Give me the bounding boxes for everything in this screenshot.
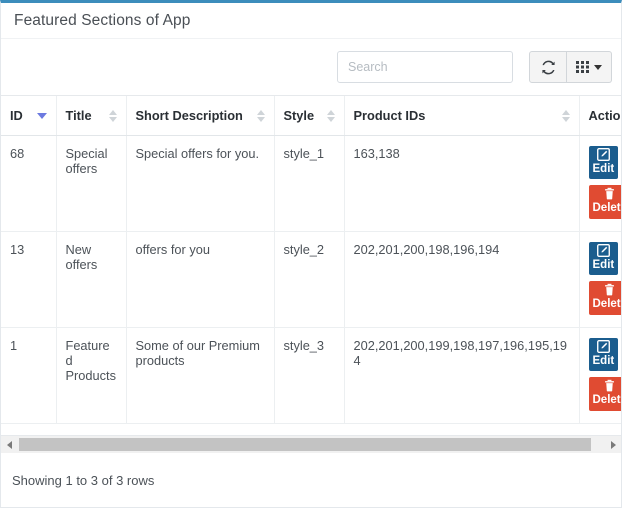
- cell-style: style_2: [274, 231, 345, 328]
- delete-button-label: Delete: [592, 298, 622, 311]
- column-header-action: Action: [579, 96, 621, 136]
- column-label-id: ID: [10, 108, 23, 123]
- trash-icon: [603, 187, 616, 201]
- column-header-id[interactable]: ID: [1, 96, 57, 136]
- panel-header: Featured Sections of App: [1, 3, 621, 39]
- cell-short-description: offers for you: [126, 231, 275, 328]
- sort-desc-icon[interactable]: [36, 112, 47, 119]
- column-label-action: Action: [588, 108, 622, 123]
- pencil-square-icon: [596, 244, 610, 258]
- sort-icon[interactable]: [108, 109, 117, 122]
- scroll-left-button[interactable]: [1, 436, 17, 453]
- column-header-title[interactable]: Title: [56, 96, 127, 136]
- cell-short-description: Special offers for you.: [126, 135, 275, 232]
- column-label-title: Title: [65, 108, 92, 123]
- cell-id: 13: [1, 231, 57, 328]
- table-header-row: ID Title Short Description Style Product…: [1, 96, 621, 136]
- delete-button[interactable]: Delete: [588, 185, 622, 219]
- table-head: ID Title Short Description Style Product…: [1, 96, 621, 136]
- cell-style: style_1: [274, 135, 345, 232]
- toolbar-button-group: [529, 51, 612, 83]
- delete-button[interactable]: Delete: [588, 281, 622, 315]
- cell-id: 68: [1, 135, 57, 232]
- trash-icon: [603, 379, 616, 393]
- edit-button-label: Edit: [592, 355, 615, 367]
- table-row[interactable]: 13 New offers offers for you style_2 202…: [1, 231, 622, 328]
- cell-short-description: Some of our Premium products: [126, 327, 275, 424]
- sort-icon[interactable]: [326, 109, 335, 122]
- scrollbar-thumb[interactable]: [19, 438, 591, 451]
- chevron-down-icon: [594, 64, 602, 70]
- panel-body: ID Title Short Descrip: [1, 39, 621, 507]
- table-row[interactable]: 1 Featured Products Some of our Premium …: [1, 327, 622, 424]
- edit-button[interactable]: Edit: [588, 146, 619, 180]
- cell-product-ids: 163,138: [344, 135, 580, 232]
- table-toolbar: [1, 39, 621, 95]
- refresh-icon: [541, 60, 556, 75]
- edit-button[interactable]: Edit: [588, 242, 619, 276]
- cell-product-ids: 202,201,200,199,198,197,196,195,194: [344, 327, 580, 424]
- sort-icon[interactable]: [256, 109, 265, 122]
- table-row[interactable]: 68 Special offers Special offers for you…: [1, 135, 622, 232]
- search-input[interactable]: [337, 51, 513, 83]
- cell-action: Edit Delet: [579, 135, 622, 232]
- cell-product-ids: 202,201,200,198,196,194: [344, 231, 580, 328]
- featured-sections-table: ID Title Short Description Style Product…: [1, 96, 621, 424]
- table-scroll-area: ID Title Short Description Style Product…: [1, 95, 621, 435]
- page-title: Featured Sections of App: [14, 11, 191, 29]
- column-header-short-description[interactable]: Short Description: [126, 96, 275, 136]
- edit-button-label: Edit: [592, 163, 615, 175]
- column-label-style: Style: [283, 108, 315, 123]
- table-footer: Showing 1 to 3 of 3 rows: [1, 453, 621, 507]
- refresh-button[interactable]: [529, 51, 567, 83]
- cell-style: style_3: [274, 327, 345, 424]
- featured-sections-panel: Featured Sections of App Search ID Title…: [0, 0, 622, 508]
- trash-icon: [603, 283, 616, 297]
- column-header-product-ids[interactable]: Product IDs: [344, 96, 580, 136]
- cell-id: 1: [1, 327, 57, 424]
- column-label-product-ids: Product IDs: [353, 108, 426, 123]
- horizontal-scrollbar[interactable]: [1, 435, 621, 453]
- delete-button[interactable]: Delete: [588, 377, 622, 411]
- cell-title: New offers: [56, 231, 127, 328]
- arrow-right-icon: [610, 440, 616, 449]
- cell-title: Special offers: [56, 135, 127, 232]
- pencil-square-icon: [596, 148, 610, 162]
- scroll-right-button[interactable]: [605, 436, 621, 453]
- scrollbar-track[interactable]: [17, 437, 605, 452]
- columns-toggle-button[interactable]: [567, 51, 612, 83]
- pagination-status: Showing 1 to 3 of 3 rows: [12, 472, 155, 488]
- sort-icon[interactable]: [561, 109, 570, 122]
- delete-button-label: Delete: [592, 394, 622, 407]
- table-body: 68 Special offers Special offers for you…: [1, 135, 622, 424]
- pencil-square-icon: [596, 340, 610, 354]
- column-header-style[interactable]: Style: [274, 96, 345, 136]
- columns-grid-icon: [576, 60, 590, 74]
- cell-action: Edit Delet: [579, 327, 622, 424]
- cell-action: Edit Delet: [579, 231, 622, 328]
- column-label-short-description: Short Description: [135, 108, 243, 123]
- arrow-left-icon: [6, 440, 12, 449]
- edit-button-label: Edit: [592, 259, 615, 271]
- delete-button-label: Delete: [592, 202, 622, 215]
- edit-button[interactable]: Edit: [588, 338, 619, 372]
- cell-title: Featured Products: [56, 327, 127, 424]
